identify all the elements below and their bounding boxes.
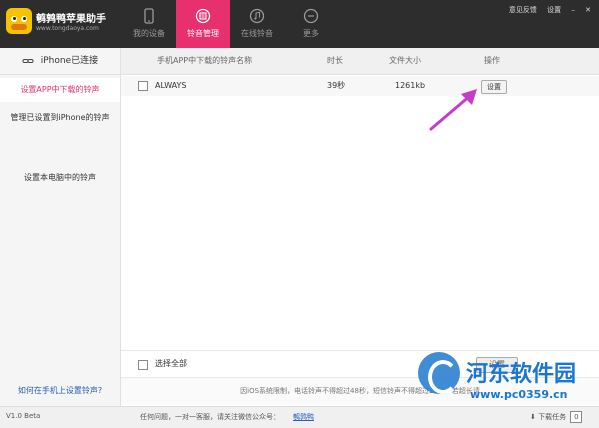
connection-label: iPhone已连接 <box>40 56 99 66</box>
close-icon[interactable]: ✕ <box>585 6 591 14</box>
app-logo <box>6 8 32 34</box>
row-checkbox[interactable] <box>138 81 148 91</box>
table-header: 手机APP中下载的铃声名称 时长 文件大小 操作 <box>121 48 599 75</box>
status-bar: V1.0 Beta 任何问题，一对一客服，请关注微信公众号： 鹌鹑鸭 ⬇ 下载任… <box>0 406 599 428</box>
select-all-label: 选择全部 <box>155 359 187 368</box>
ringtone-duration: 39秒 <box>327 81 346 90</box>
column-header-duration: 时长 <box>327 56 343 65</box>
watermark-url: www.pc0359.cn <box>470 388 568 401</box>
ringtone-name: ALWAYS <box>155 81 187 90</box>
sidebar: iPhone已连接 设置APP中下载的铃声 管理已设置到iPhone的铃声 设置… <box>0 48 121 406</box>
tab-my-device[interactable]: 我的设备 <box>122 0 176 48</box>
set-ringtone-button[interactable]: 设置 <box>481 80 507 94</box>
sidebar-item-manage-iphone[interactable]: 管理已设置到iPhone的铃声 <box>0 112 120 123</box>
download-tasks[interactable]: ⬇ 下载任务 0 <box>530 411 583 423</box>
download-icon: ⬇ <box>530 413 536 421</box>
ringtone-size: 1261kb <box>395 81 426 90</box>
download-label: 下载任务 <box>538 413 567 421</box>
music-icon <box>249 8 265 24</box>
window-controls: 意见反馈 设置 – ✕ <box>501 5 591 15</box>
tab-label: 铃音管理 <box>187 29 219 38</box>
table-row: ALWAYS 39秒 1261kb 设置 <box>121 76 599 96</box>
tab-more[interactable]: 更多 <box>284 0 338 48</box>
help-link[interactable]: 如何在手机上设置铃声? <box>0 385 120 396</box>
phone-icon <box>144 8 154 24</box>
download-count: 0 <box>570 411 583 423</box>
app-url: www.tongdaoya.com <box>36 25 99 32</box>
link-icon <box>22 58 34 63</box>
column-header-action: 操作 <box>484 56 500 65</box>
connection-status: iPhone已连接 <box>0 48 120 75</box>
sidebar-item-app-ringtones[interactable]: 设置APP中下载的铃声 <box>0 78 120 102</box>
watermark-title: 河东软件园 <box>466 361 577 387</box>
wechat-link[interactable]: 鹌鹑鸭 <box>293 412 314 422</box>
more-icon <box>303 8 319 24</box>
tab-label: 在线铃音 <box>241 29 273 38</box>
tab-ringtone-manage[interactable]: 铃音管理 <box>176 0 230 48</box>
pointer-arrow <box>429 89 477 131</box>
sidebar-item-local-ringtones[interactable]: 设置本电脑中的铃声 <box>0 172 120 183</box>
watermark: 河东软件园 www.pc0359.cn <box>418 346 599 406</box>
settings-link[interactable]: 设置 <box>547 6 561 14</box>
minimize-icon[interactable]: – <box>571 6 575 14</box>
ringtone-icon <box>195 8 211 24</box>
tab-label: 更多 <box>303 29 319 38</box>
app-title: 鹌鹑鸭苹果助手 <box>36 14 106 25</box>
tab-label: 我的设备 <box>133 29 165 38</box>
column-header-name: 手机APP中下载的铃声名称 <box>157 56 253 65</box>
select-all-checkbox[interactable] <box>138 360 148 370</box>
feedback-link[interactable]: 意见反馈 <box>509 6 537 14</box>
column-header-size: 文件大小 <box>389 56 421 65</box>
version-label: V1.0 Beta <box>6 412 41 420</box>
top-bar: 鹌鹑鸭苹果助手 www.tongdaoya.com 我的设备 铃音管理 在线铃音… <box>0 0 599 48</box>
tab-online-ringtone[interactable]: 在线铃音 <box>230 0 284 48</box>
support-text: 任何问题，一对一客服，请关注微信公众号： <box>140 413 280 421</box>
